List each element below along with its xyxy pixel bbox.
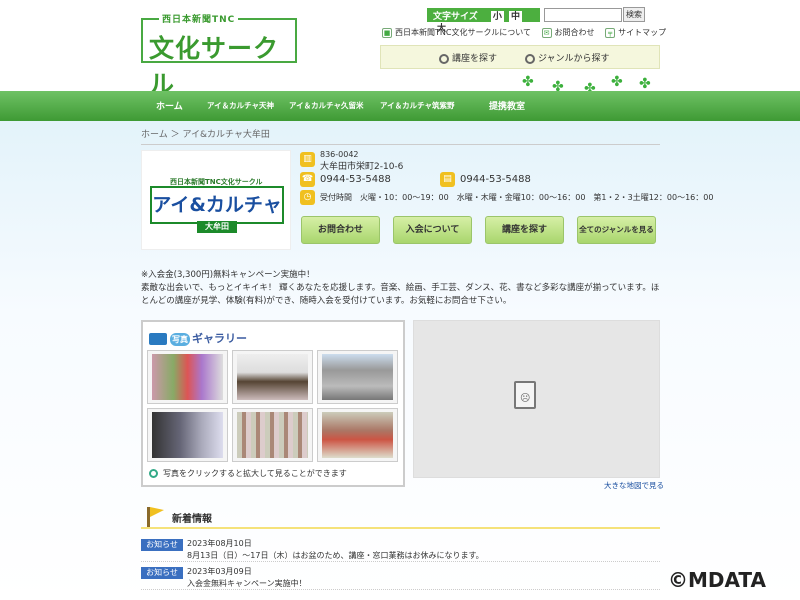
font-size-selector: 文字サイズ 小 中 大	[427, 8, 540, 35]
search-input[interactable]	[544, 8, 622, 22]
gallery-title-text: ギャラリー	[192, 332, 247, 345]
zoom-icon	[149, 469, 158, 478]
search-genre-label: ジャンルから探す	[538, 54, 610, 64]
gallery-photo[interactable]	[147, 350, 228, 404]
search-course-tab[interactable]: 講座を探す	[439, 51, 497, 64]
news-title: 新着情報	[172, 514, 212, 525]
search-genre-tab[interactable]: ジャンルから探す	[525, 51, 610, 64]
gallery-photo[interactable]	[232, 350, 313, 404]
search-button[interactable]: 検索	[623, 7, 645, 22]
clover-icon: ✤	[522, 74, 534, 90]
lock-icon: ■	[382, 27, 392, 38]
sitemap-icon: ╤	[605, 27, 616, 38]
sitemap-link[interactable]: ╤ サイトマップ	[605, 27, 666, 38]
notice: ※入会金(3,300円)無料キャンペーン実施中！ 素敵な出会いで、もっとイキイキ…	[141, 269, 661, 308]
business-hours: 受付時間 火曜・10：00～19：00 水曜・木曜・金曜10：00～16：00 …	[320, 193, 714, 202]
copyright-watermark: ©MDATA	[668, 568, 766, 592]
news-text: 入会金無料キャンペーン実施中！	[187, 579, 307, 588]
gallery-tag: 写真	[170, 333, 190, 346]
shop-logo-sub: 大牟田	[197, 221, 237, 233]
photo-image	[152, 412, 223, 458]
search-tabs: 講座を探す ジャンルから探す	[380, 45, 660, 69]
photo-image	[322, 354, 393, 400]
site-logo[interactable]: 西日本新聞TNC 文化サークル	[141, 12, 297, 99]
sitemap-link-label: サイトマップ	[618, 28, 667, 37]
contact-link-label: お問合わせ	[554, 28, 595, 37]
utility-links: ■ 西日本新聞TNC文化サークルについて ✉ お問合わせ ╤ サイトマップ	[382, 27, 674, 38]
photo-image	[237, 412, 308, 458]
news-date: 2023年08月10日	[187, 539, 252, 548]
news-item[interactable]: お知らせ 2023年08月10日 8月13日（日）～17日（木）はお盆のため、講…	[141, 538, 660, 562]
phone-number: 0944-53-5488	[320, 174, 391, 185]
address-icon: ▥	[300, 152, 315, 167]
main-nav: ホーム アイ＆カルチャ天神 アイ＆カルチャ久留米 アイ＆カルチャ筑紫野 提携教室	[0, 91, 800, 121]
fax-number: 0944-53-5488	[460, 174, 531, 185]
gallery-photo[interactable]	[232, 408, 313, 462]
fax-icon: ▤	[440, 172, 455, 187]
gallery-photo[interactable]	[147, 408, 228, 462]
flag-icon	[147, 507, 150, 527]
find-course-button[interactable]: 講座を探す	[485, 216, 564, 244]
gallery-title: 写真 ギャラリー	[149, 330, 247, 346]
nav-home[interactable]: ホーム	[156, 99, 183, 112]
site-logo-top: 西日本新聞TNC	[159, 12, 239, 25]
breadcrumb[interactable]: ホーム ＞ アイ&カルチャ大牟田	[141, 127, 660, 145]
search-course-label: 講座を探す	[452, 54, 498, 64]
phone-icon: ☎	[300, 172, 315, 187]
notice-campaign: ※入会金(3,300円)無料キャンペーン実施中！	[141, 270, 315, 280]
book-icon	[149, 333, 167, 345]
gallery-photo[interactable]	[317, 350, 398, 404]
nav-tenjin[interactable]: アイ＆カルチャ天神	[207, 100, 274, 111]
gallery-hint: 写真をクリックすると拡大して見ることができます	[149, 468, 347, 479]
large-map-link[interactable]: 大きな地図で見る	[604, 480, 664, 491]
map-embed[interactable]: ☹	[413, 320, 660, 478]
clover-icon: ✤	[611, 74, 623, 90]
news-text: 8月13日（日）～17日（木）はお盆のため、講座・窓口業務はお休みになります。	[187, 551, 484, 560]
clover-icon: ✤	[639, 76, 651, 92]
photo-image	[237, 354, 308, 400]
all-genres-button[interactable]: 全てのジャンルを見る	[577, 216, 656, 244]
search-icon	[525, 53, 535, 64]
font-size-medium-button[interactable]: 中	[509, 11, 523, 23]
news-date: 2023年03月09日	[187, 567, 252, 576]
nav-kurume[interactable]: アイ＆カルチャ久留米	[289, 100, 364, 111]
address: 大牟田市栄町2-10-6	[320, 162, 404, 172]
membership-button[interactable]: 入会について	[393, 216, 472, 244]
news-item[interactable]: お知らせ 2023年03月09日 入会金無料キャンペーン実施中！	[141, 566, 660, 590]
font-size-label: 文字サイズ	[433, 12, 478, 22]
mail-icon: ✉	[541, 27, 552, 38]
notice-description: 素敵な出会いで、もっとイキイキ！ 輝くあなたを応援します。音楽、絵画、手工芸、ダ…	[141, 283, 660, 306]
broken-image-icon: ☹	[514, 381, 536, 409]
font-size-small-button[interactable]: 小	[490, 11, 504, 23]
shop-logo: 西日本新聞TNC文化サークル アイ&カルチャ 大牟田	[141, 150, 291, 250]
postal-code: 836-0042	[320, 150, 359, 159]
photo-gallery: 写真 ギャラリー 写真をクリックすると拡大して見ることができます	[141, 320, 405, 487]
news-badge: お知らせ	[141, 567, 183, 579]
header: 西日本新聞TNC 文化サークル 文字サイズ 小 中 大 検索 ■ 西日本新聞TNC…	[0, 0, 800, 99]
gallery-hint-text: 写真をクリックすると拡大して見ることができます	[163, 469, 347, 478]
nav-partner[interactable]: 提携教室	[489, 99, 525, 112]
clock-icon: ◷	[300, 190, 315, 205]
nav-chikushino[interactable]: アイ＆カルチャ筑紫野	[380, 100, 455, 111]
search-icon	[439, 53, 449, 64]
sad-face-icon: ☹	[520, 393, 531, 404]
about-link-label: 西日本新聞TNC文化サークルについて	[395, 28, 531, 37]
news-header: 新着情報	[141, 505, 660, 529]
about-link[interactable]: ■ 西日本新聞TNC文化サークルについて	[382, 27, 531, 38]
contact-button[interactable]: お問合わせ	[301, 216, 380, 244]
gallery-photo[interactable]	[317, 408, 398, 462]
shop-logo-main: アイ&カルチャ	[150, 186, 284, 224]
flag-cloth	[150, 507, 164, 517]
photo-image	[322, 412, 393, 458]
contact-link[interactable]: ✉ お問合わせ	[541, 27, 595, 38]
news-badge: お知らせ	[141, 539, 183, 551]
photo-image	[152, 354, 223, 400]
